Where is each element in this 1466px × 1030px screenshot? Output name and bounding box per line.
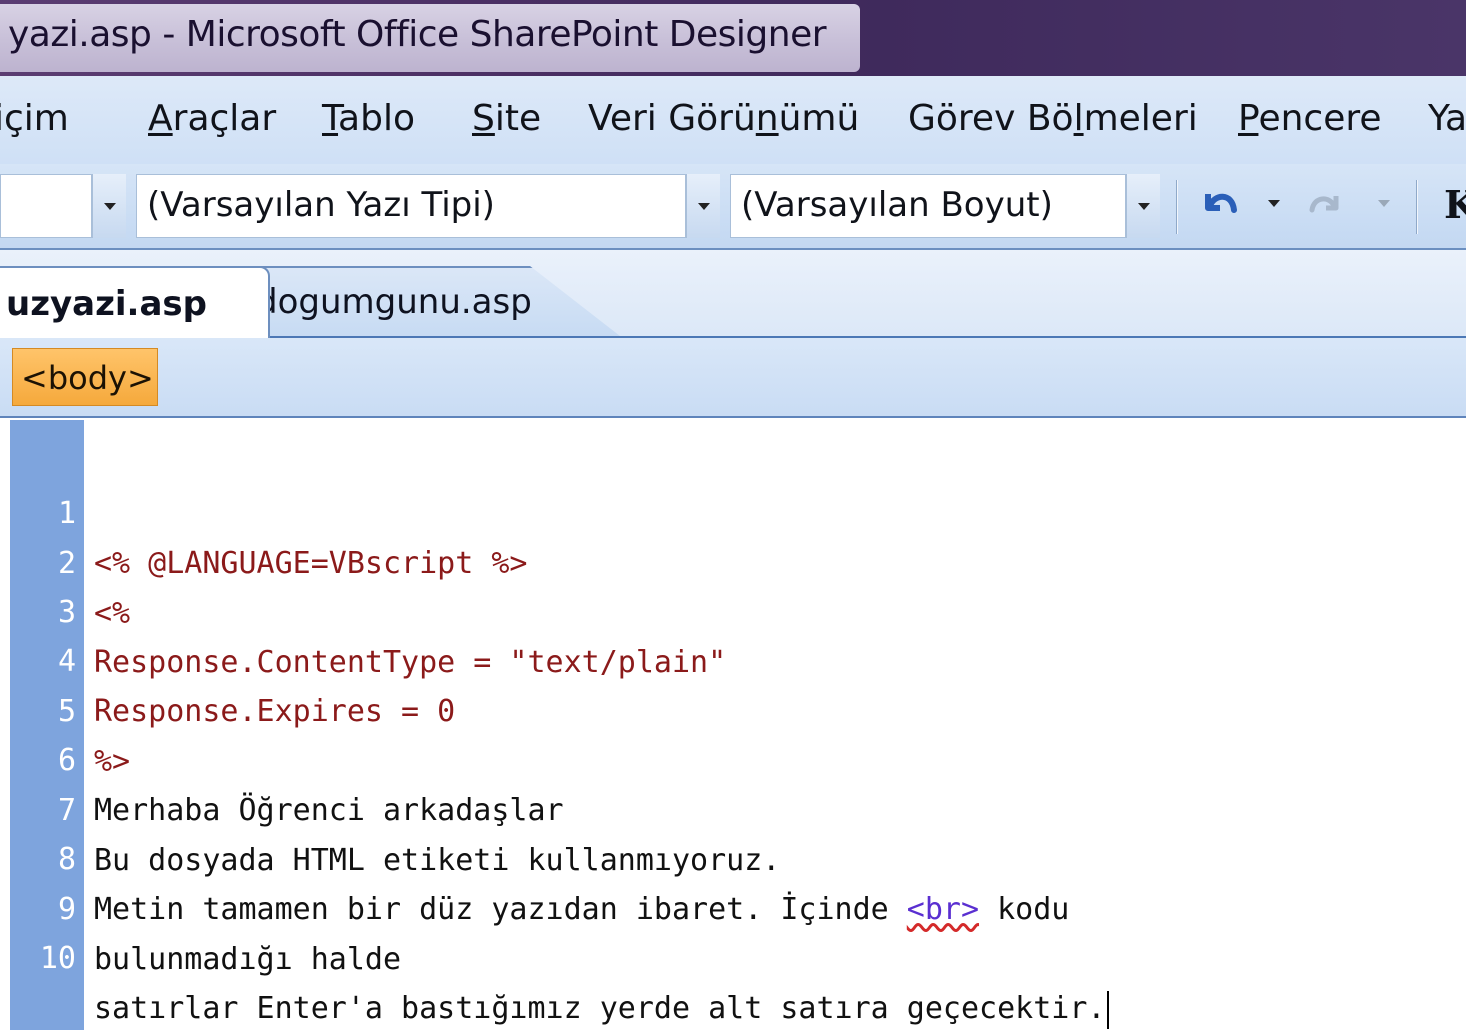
menu-bicim[interactable]: içim <box>0 98 69 139</box>
font-name-value: (Varsayılan Yazı Tipi) <box>147 185 495 225</box>
line-number: 10 <box>39 941 76 976</box>
code-editor[interactable]: 1 <% @LANGUAGE=VBscript %> 2 <% 3 Respon… <box>0 420 1466 1030</box>
code-text-content: satırlar Enter'a bastığımız yerde alt sa… <box>94 991 1106 1026</box>
menu-veri-accel: n <box>755 98 779 139</box>
code-text: satırlar Enter'a bastığımız yerde alt sa… <box>94 984 1110 1030</box>
style-dropdown-button[interactable] <box>92 174 126 238</box>
font-name-dropdown-button[interactable] <box>686 174 720 238</box>
menu-veri-post: ümü <box>778 98 860 139</box>
menu-araclar-accel: A <box>148 98 173 139</box>
undo-dropdown-arrow[interactable] <box>1268 200 1280 207</box>
code-line-2[interactable]: 2 <% <box>0 489 1466 631</box>
font-size-value: (Varsayılan Boyut) <box>741 185 1053 225</box>
font-name-combo[interactable]: (Varsayılan Yazı Tipi) <box>136 174 686 238</box>
code-line-10[interactable]: 10 satırlar Enter'a bastığımız yerde alt… <box>0 884 1466 1029</box>
menu-gorev-pre: Görev Bö <box>908 98 1074 139</box>
toolbar-separator-2 <box>1416 180 1418 234</box>
menu-pencere-accel: P <box>1238 98 1259 139</box>
code-line-5[interactable]: 5 %> <box>0 637 1466 779</box>
menu-yardim[interactable]: Ya <box>1428 98 1466 139</box>
tab-uzyazi[interactable]: uzyazi.asp <box>0 266 270 338</box>
menu-veri-pre: Veri Görü <box>588 98 756 139</box>
redo-dropdown-arrow[interactable] <box>1378 200 1390 207</box>
code-line-1[interactable]: 1 <% @LANGUAGE=VBscript %> <box>0 439 1466 581</box>
menu-site[interactable]: Site <box>472 98 541 139</box>
font-size-combo[interactable]: (Varsayılan Boyut) <box>730 174 1126 238</box>
code-line-6[interactable]: 6 Merhaba Öğrenci arkadaşlar <box>0 686 1466 828</box>
text-caret <box>1107 990 1110 1029</box>
menu-pencere[interactable]: Pencere <box>1238 98 1382 139</box>
menu-site-label: ite <box>494 98 542 139</box>
menu-gorev-bolmeleri[interactable]: Görev Bölmeleri <box>908 98 1198 139</box>
tab-uzyazi-label: uzyazi.asp <box>6 284 207 324</box>
document-tabs: dogumgunu.asp uzyazi.asp <box>0 250 1466 338</box>
bold-button[interactable]: K <box>1444 182 1466 227</box>
code-line-3[interactable]: 3 Response.ContentType = "text/plain" <box>0 538 1466 680</box>
toolbar-separator <box>1176 180 1178 234</box>
body-tag-chip[interactable]: <body> <box>12 348 158 406</box>
code-text: bulunmadığı halde <box>94 942 402 977</box>
code-line-9[interactable]: 9 bulunmadığı halde <box>0 835 1466 977</box>
window-title: yazi.asp - Microsoft Office SharePoint D… <box>8 14 827 55</box>
formatting-toolbar: (Varsayılan Yazı Tipi) (Varsayılan Boyut… <box>0 164 1466 250</box>
undo-icon[interactable] <box>1198 184 1242 228</box>
menu-site-accel: S <box>472 98 495 139</box>
menu-yardim-label: Ya <box>1428 98 1466 139</box>
menu-bar: içim Araçlar Tablo Site Veri Görünümü Gö… <box>0 76 1466 164</box>
code-line-8[interactable]: 8 Metin tamamen bir düz yazıdan ibaret. … <box>0 785 1466 927</box>
code-line-7[interactable]: 7 Bu dosyada HTML etiketi kullanmıyoruz. <box>0 736 1466 878</box>
redo-icon[interactable] <box>1302 184 1346 228</box>
menu-tablo-accel: T <box>322 98 339 139</box>
font-size-dropdown-button[interactable] <box>1126 174 1160 238</box>
menu-araclar[interactable]: Araçlar <box>148 98 276 139</box>
body-tag-label: <body> <box>21 359 154 397</box>
menu-veri-gorunumu[interactable]: Veri Görünümü <box>588 98 859 139</box>
menu-araclar-label: raçlar <box>172 98 277 139</box>
menu-bicim-label: içim <box>0 98 69 139</box>
quick-tag-selector: <body> <box>0 338 1466 418</box>
tab-dogumgunu[interactable]: dogumgunu.asp <box>240 266 620 336</box>
menu-pencere-label: encere <box>1258 98 1382 139</box>
menu-gorev-accel: l <box>1073 98 1084 139</box>
window-title-bar[interactable]: yazi.asp - Microsoft Office SharePoint D… <box>0 0 1466 76</box>
menu-gorev-post: meleri <box>1083 98 1198 139</box>
code-line-4[interactable]: 4 Response.Expires = 0 <box>0 587 1466 729</box>
menu-tablo-label: ablo <box>338 98 415 139</box>
menu-tablo[interactable]: Tablo <box>322 98 415 139</box>
style-combo[interactable] <box>0 174 92 238</box>
tab-dogumgunu-label: dogumgunu.asp <box>256 282 532 322</box>
